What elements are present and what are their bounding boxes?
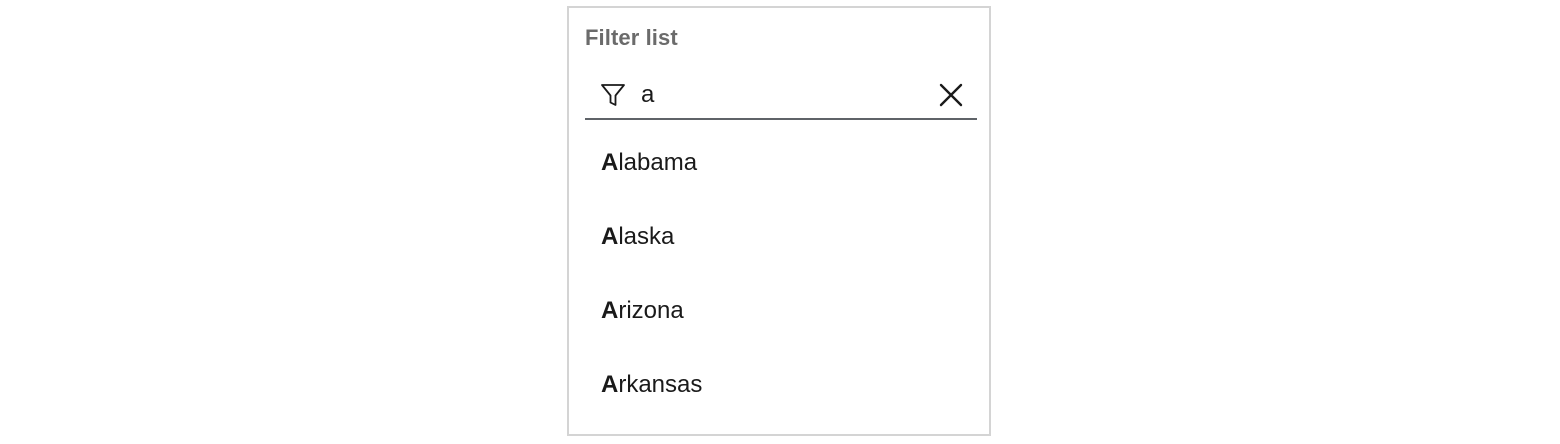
close-icon[interactable] [937,81,965,109]
match-highlight: A [601,223,619,250]
match-highlight: A [601,371,619,398]
filter-input[interactable] [641,78,931,112]
filter-field [585,70,977,120]
list-item[interactable]: Arkansas [585,348,977,422]
match-highlight: A [601,149,619,176]
list-item[interactable]: Alabama [585,126,977,200]
item-label: laska [618,223,675,250]
list-item[interactable]: Alaska [585,200,977,274]
filter-list-panel: Filter list Alabama Alaska Arizona Arkan… [567,6,991,436]
results-list: Alabama Alaska Arizona Arkansas [585,126,977,422]
item-label: labama [618,149,698,176]
item-label: rizona [618,297,684,324]
filter-label: Filter list [585,25,678,50]
item-label: rkansas [618,371,703,398]
match-highlight: A [601,297,619,324]
list-item[interactable]: Arizona [585,274,977,348]
filter-icon [601,84,625,106]
